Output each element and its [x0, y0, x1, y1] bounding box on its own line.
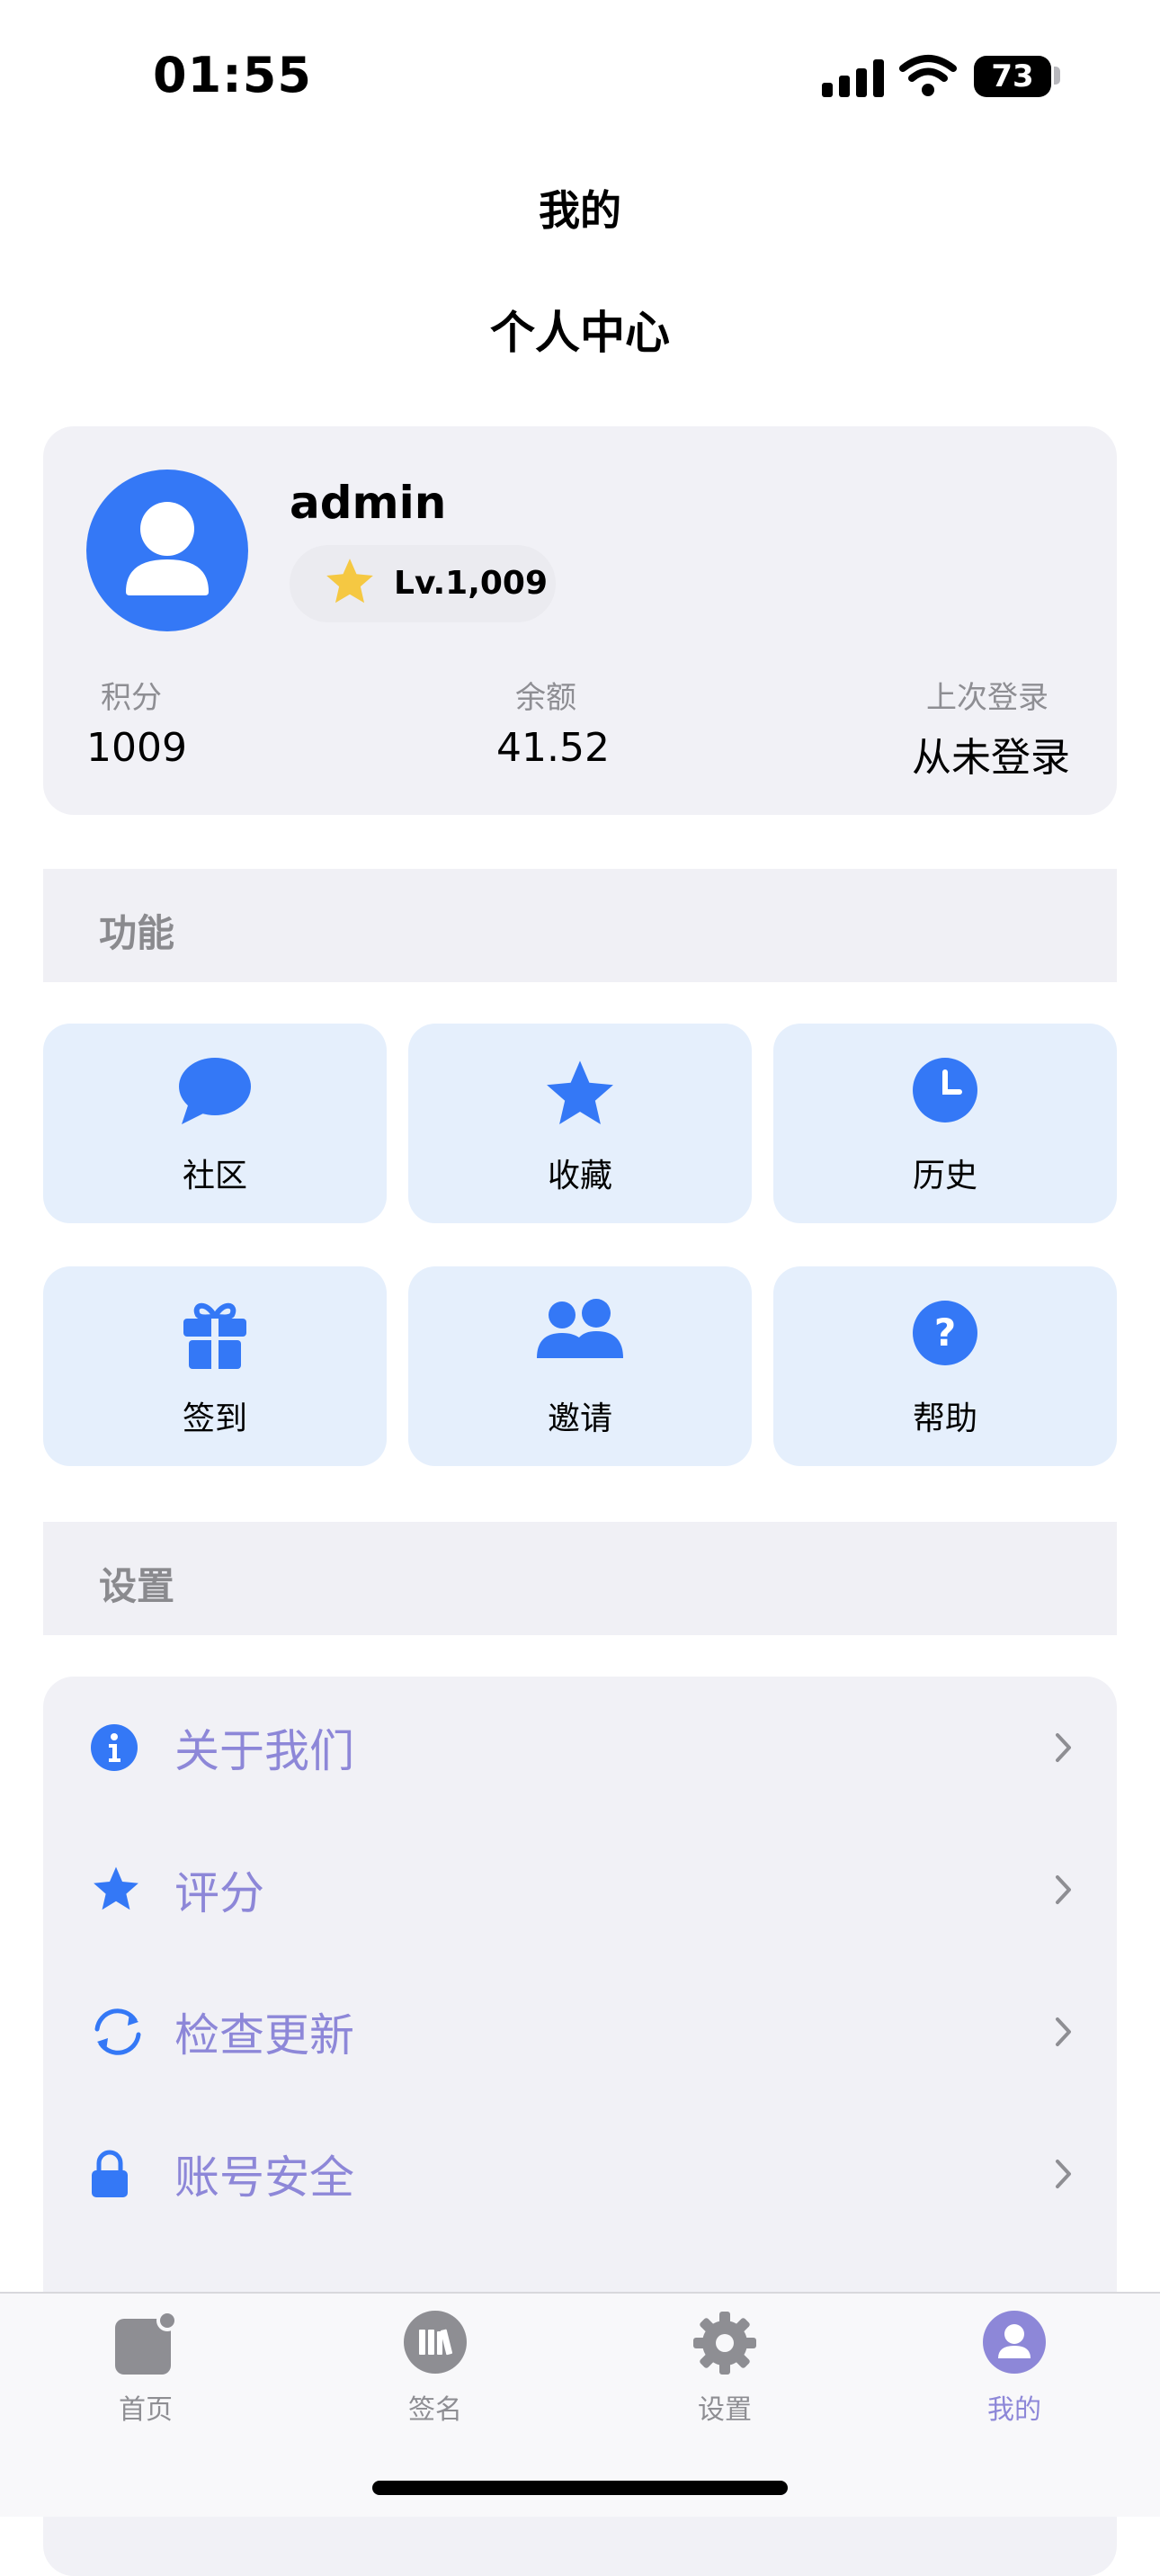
feature-label: 签到: [182, 1400, 247, 1437]
username: admin: [290, 477, 447, 529]
features-section-label: 功能: [99, 911, 175, 955]
settings-check-update[interactable]: 检查更新: [43, 1961, 1117, 2103]
chevron-right-icon: [1056, 1733, 1071, 1762]
star-icon: [94, 1866, 138, 1910]
settings-section-label: 设置: [99, 1564, 175, 1608]
tab-signature[interactable]: 签名: [345, 2310, 525, 2436]
points-value: 1009: [86, 725, 187, 771]
clock-icon: [913, 1058, 977, 1123]
feature-favorites[interactable]: 收藏: [408, 1024, 752, 1223]
feature-label: 社区: [182, 1158, 247, 1194]
avatar[interactable]: [86, 470, 248, 631]
star-icon: [326, 559, 373, 604]
feature-community[interactable]: 社区: [43, 1024, 387, 1223]
settings-about-us[interactable]: 关于我们: [43, 1677, 1117, 1819]
tab-label: 首页: [119, 2394, 173, 2426]
settings-row-label: 检查更新: [174, 2009, 354, 2062]
balance-value: 41.52: [496, 725, 610, 771]
people-icon: [537, 1299, 623, 1358]
chevron-right-icon: [1056, 1875, 1071, 1904]
chevron-right-icon: [1056, 2017, 1071, 2046]
chat-bubble-icon: [179, 1058, 251, 1124]
page-title: 个人中心: [490, 307, 670, 359]
home-icon: [115, 2310, 178, 2375]
tab-settings[interactable]: 设置: [635, 2310, 815, 2436]
balance-label: 余额: [515, 680, 576, 716]
feature-label: 历史: [912, 1158, 977, 1194]
feature-invite[interactable]: 邀请: [408, 1266, 752, 1466]
lock-icon: [92, 2150, 128, 2197]
settings-account-security[interactable]: 账号安全: [43, 2103, 1117, 2245]
feature-checkin[interactable]: 签到: [43, 1266, 387, 1466]
battery-indicator: 73: [974, 56, 1051, 97]
wifi-icon: [899, 55, 957, 96]
tab-label: 我的: [987, 2394, 1041, 2426]
feature-history[interactable]: 历史: [773, 1024, 1117, 1223]
refresh-icon: [94, 2008, 141, 2055]
settings-rate[interactable]: 评分: [43, 1819, 1117, 1961]
books-icon: [404, 2311, 467, 2374]
feature-label: 收藏: [547, 1158, 612, 1194]
chevron-right-icon: [1056, 2160, 1071, 2188]
home-indicator: [372, 2481, 788, 2495]
nav-title: 我的: [539, 186, 621, 235]
settings-row-label: 评分: [174, 1867, 264, 1919]
star-icon: [547, 1060, 613, 1124]
points-label: 积分: [101, 680, 162, 716]
person-icon: [126, 502, 209, 595]
person-icon: [983, 2311, 1046, 2374]
tab-label: 设置: [698, 2394, 752, 2426]
status-time: 01:55: [153, 47, 312, 103]
last-login-label: 上次登录: [926, 680, 1048, 716]
battery-cap: [1054, 67, 1060, 85]
feature-help[interactable]: ? 帮助: [773, 1266, 1117, 1466]
gift-icon: [183, 1302, 246, 1369]
feature-label: 邀请: [547, 1400, 612, 1437]
feature-label: 帮助: [912, 1400, 977, 1437]
settings-row-label: 账号安全: [174, 2151, 354, 2204]
svg-text:?: ?: [934, 1310, 956, 1355]
question-icon: ?: [913, 1301, 977, 1365]
cellular-signal-icon: [822, 59, 884, 97]
gear-icon: [693, 2312, 756, 2375]
last-login-value: 从未登录: [912, 735, 1070, 781]
settings-row-label: 关于我们: [174, 1725, 354, 1777]
level-text: Lv.1,009: [394, 565, 549, 602]
settings-section-header: [43, 1522, 1117, 1635]
tab-mine[interactable]: 我的: [924, 2310, 1104, 2436]
info-icon: [91, 1724, 138, 1771]
tab-label: 签名: [408, 2394, 462, 2426]
features-section-header: [43, 869, 1117, 982]
tab-home[interactable]: 首页: [56, 2310, 236, 2436]
